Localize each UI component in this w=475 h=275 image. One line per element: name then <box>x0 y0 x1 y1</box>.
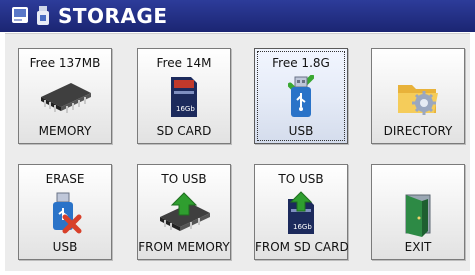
usb-button[interactable]: Free 1.8G USB <box>254 48 348 144</box>
erase-label: ERASE <box>45 172 85 186</box>
to-usb-label-sd: TO USB <box>278 172 324 186</box>
usb-label: USB <box>288 124 314 138</box>
usb-stick-icon <box>37 6 49 25</box>
memory-to-usb-icon <box>160 192 210 231</box>
to-usb-label-memory: TO USB <box>161 172 207 186</box>
usb-drive-icon <box>291 76 311 117</box>
exit-label: EXIT <box>404 240 432 254</box>
memory-label: MEMORY <box>38 124 92 138</box>
to-usb-from-memory-button[interactable]: TO USB FROM MEMORY <box>137 164 231 260</box>
directory-label: DIRECTORY <box>383 124 453 138</box>
folder-gear-icon <box>398 85 438 115</box>
sd-card-capacity: 16Gb <box>176 105 195 113</box>
sd-card-button[interactable]: Free 14M 16Gb SD CARD <box>137 48 231 144</box>
exit-door-icon <box>405 194 431 237</box>
erase-usb-button[interactable]: ERASE USB <box>18 164 112 260</box>
sd-card-label: SD CARD <box>156 124 212 138</box>
sd-card-free-label: Free 14M <box>156 56 212 70</box>
storage-panel: Free 137MB MEMORY Free 14M 16Gb SD CARD … <box>5 33 470 271</box>
directory-button[interactable]: DIRECTORY <box>371 48 465 144</box>
page-title: STORAGE <box>58 4 168 28</box>
sd-card-capacity-2: 16Gb <box>293 223 312 231</box>
title-bar: STORAGE <box>0 0 475 32</box>
memory-free-label: Free 137MB <box>29 56 101 70</box>
exit-button[interactable]: EXIT <box>371 164 465 260</box>
memory-button[interactable]: Free 137MB MEMORY <box>18 48 112 144</box>
to-usb-from-sd-card-button[interactable]: TO USB 16Gb FROM SD CARD <box>254 164 349 260</box>
storage-device-icon <box>12 7 28 23</box>
from-memory-label: FROM MEMORY <box>138 240 230 254</box>
memory-chip-icon <box>41 83 91 113</box>
sdcard-to-usb-icon: 16Gb <box>288 191 314 234</box>
sd-card-icon: 16Gb <box>171 77 197 117</box>
from-sd-card-label: FROM SD CARD <box>255 240 349 254</box>
usb-erase-icon <box>53 192 82 234</box>
usb-free-label: Free 1.8G <box>272 56 330 70</box>
erase-usb-label: USB <box>52 240 78 254</box>
